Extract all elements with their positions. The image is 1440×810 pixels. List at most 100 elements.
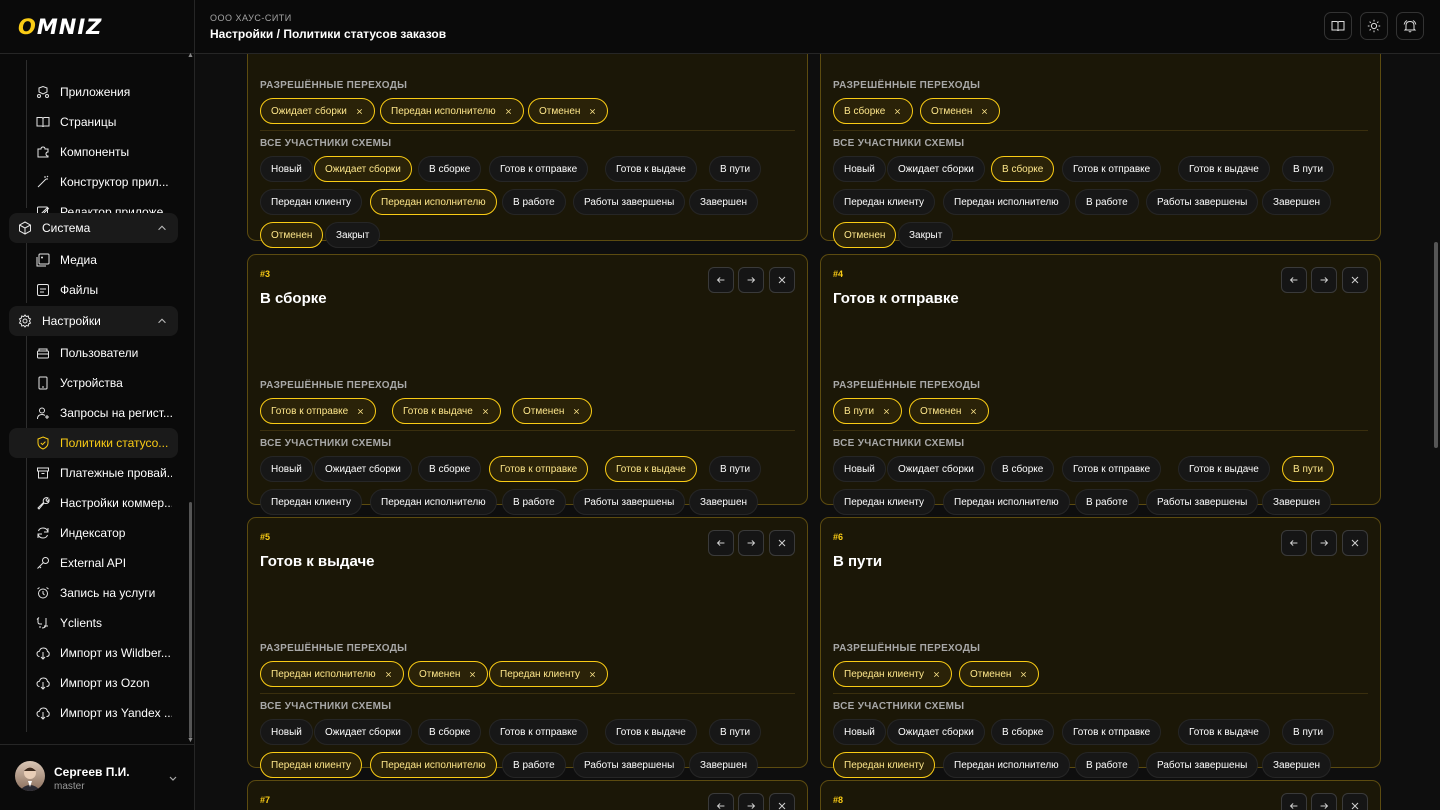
sidebar-item-0[interactable]: Приложения (27, 77, 172, 107)
participant-chip[interactable]: Работы завершены (573, 752, 686, 778)
theme-toggle-button[interactable] (1360, 12, 1388, 40)
participant-chip[interactable]: В пути (709, 719, 762, 745)
sidebar-scrollbar[interactable] (189, 502, 192, 738)
participant-chip[interactable]: Ожидает сборки (314, 156, 412, 182)
close-icon[interactable] (588, 670, 597, 679)
participant-chip[interactable]: В работе (1075, 752, 1139, 778)
sidebar-item-1[interactable]: Страницы (27, 107, 172, 137)
sidebar-item-9[interactable]: Пользователи (27, 338, 172, 368)
participant-chip[interactable]: Завершен (1262, 489, 1332, 515)
participant-chip[interactable]: Новый (260, 456, 313, 482)
scroll-down-arrow[interactable]: ▼ (187, 737, 194, 744)
participant-chip[interactable]: Закрыт (325, 222, 381, 248)
close-icon[interactable] (588, 107, 597, 116)
participant-chip[interactable]: Завершен (1262, 189, 1332, 215)
participant-chip[interactable]: Готов к отправке (489, 156, 589, 182)
close-icon[interactable] (980, 107, 989, 116)
sidebar-item-6[interactable]: Медиа (27, 245, 172, 275)
allowed-transition-chip[interactable]: Отменен (408, 661, 489, 687)
participant-chip[interactable]: Готов к отправке (489, 719, 589, 745)
participant-chip[interactable]: В сборке (991, 456, 1055, 482)
participant-chip[interactable]: Новый (833, 156, 886, 182)
participant-chip[interactable]: Передан исполнителю (943, 752, 1070, 778)
participant-chip[interactable]: В сборке (991, 719, 1055, 745)
participant-chip[interactable]: Готов к выдаче (605, 719, 697, 745)
delete-card-button[interactable] (769, 793, 795, 810)
allowed-transition-chip[interactable]: Ожидает сборки (260, 98, 375, 124)
participant-chip[interactable]: Новый (260, 719, 313, 745)
sidebar-item-16[interactable]: External API (27, 548, 172, 578)
allowed-transition-chip[interactable]: В сборке (833, 98, 914, 124)
participant-chip[interactable]: Ожидает сборки (887, 156, 985, 182)
delete-card-button[interactable] (1342, 267, 1368, 293)
close-icon[interactable] (384, 670, 393, 679)
main-scrollbar[interactable] (1434, 242, 1438, 448)
participant-chip[interactable]: Готов к выдаче (1178, 456, 1270, 482)
allowed-transition-chip[interactable]: Отменен (528, 98, 609, 124)
participant-chip[interactable]: Работы завершены (573, 489, 686, 515)
delete-card-button[interactable] (1342, 793, 1368, 810)
sidebar-item-13[interactable]: Платежные провай... (27, 458, 172, 488)
delete-card-button[interactable] (769, 530, 795, 556)
participant-chip[interactable]: Готов к отправке (1062, 719, 1162, 745)
allowed-transition-chip[interactable]: Передан клиенту (833, 661, 953, 687)
sidebar-item-18[interactable]: Yclients (27, 608, 172, 638)
move-left-button[interactable] (708, 530, 734, 556)
participant-chip[interactable]: Передан клиенту (260, 189, 363, 215)
delete-card-button[interactable] (769, 267, 795, 293)
participant-chip[interactable]: В пути (1282, 156, 1335, 182)
participant-chip[interactable]: Передан клиенту (833, 752, 936, 778)
close-icon[interactable] (572, 407, 581, 416)
participant-chip[interactable]: Передан исполнителю (370, 752, 497, 778)
participant-chip[interactable]: Готов к отправке (1062, 456, 1162, 482)
sidebar-item-17[interactable]: Запись на услуги (27, 578, 172, 608)
close-icon[interactable] (932, 670, 941, 679)
participant-chip[interactable]: В пути (709, 456, 762, 482)
participant-chip[interactable]: Передан клиенту (260, 752, 363, 778)
participant-chip[interactable]: В пути (1282, 719, 1335, 745)
allowed-transition-chip[interactable]: Передан исполнителю (260, 661, 404, 687)
participant-chip[interactable]: В работе (502, 752, 566, 778)
move-left-button[interactable] (1281, 530, 1307, 556)
move-left-button[interactable] (1281, 267, 1307, 293)
move-left-button[interactable] (1281, 793, 1307, 810)
sidebar-item-11[interactable]: Запросы на регист... (27, 398, 172, 428)
move-right-button[interactable] (738, 267, 764, 293)
participant-chip[interactable]: Отменен (260, 222, 324, 248)
close-icon[interactable] (969, 407, 978, 416)
allowed-transition-chip[interactable]: Отменен (512, 398, 593, 424)
participant-chip[interactable]: Передан исполнителю (370, 489, 497, 515)
sidebar-item-2[interactable]: Компоненты (27, 137, 172, 167)
participant-chip[interactable]: В работе (1075, 189, 1139, 215)
participant-chip[interactable]: Готов к выдаче (1178, 719, 1270, 745)
participant-chip[interactable]: Передан клиенту (833, 189, 936, 215)
sidebar-item-10[interactable]: Устройства (27, 368, 172, 398)
participant-chip[interactable]: Работы завершены (1146, 752, 1259, 778)
participant-chip[interactable]: Передан исполнителю (370, 189, 497, 215)
user-menu[interactable]: Сергеев П.И. master (0, 744, 195, 810)
participant-chip[interactable]: В пути (709, 156, 762, 182)
sidebar-item-21[interactable]: Импорт из Yandex ... (27, 698, 172, 728)
scroll-up-arrow[interactable]: ▲ (187, 52, 194, 59)
allowed-transition-chip[interactable]: Отменен (920, 98, 1001, 124)
sidebar-item-20[interactable]: Импорт из Ozon (27, 668, 172, 698)
close-icon[interactable] (504, 107, 513, 116)
move-left-button[interactable] (708, 793, 734, 810)
participant-chip[interactable]: Работы завершены (1146, 489, 1259, 515)
participant-chip[interactable]: Завершен (689, 752, 759, 778)
close-icon[interactable] (468, 670, 477, 679)
participant-chip[interactable]: Работы завершены (573, 189, 686, 215)
participant-chip[interactable]: Ожидает сборки (887, 456, 985, 482)
close-icon[interactable] (882, 407, 891, 416)
participant-chip[interactable]: Ожидает сборки (314, 719, 412, 745)
participant-chip[interactable]: Готов к отправке (489, 456, 589, 482)
participant-chip[interactable]: Передан исполнителю (943, 189, 1070, 215)
move-right-button[interactable] (738, 530, 764, 556)
allowed-transition-chip[interactable]: Готов к отправке (260, 398, 377, 424)
participant-chip[interactable]: Работы завершены (1146, 189, 1259, 215)
move-right-button[interactable] (738, 793, 764, 810)
notifications-button[interactable] (1396, 12, 1424, 40)
participant-chip[interactable]: Завершен (1262, 752, 1332, 778)
logo[interactable]: OMNIZ (18, 15, 102, 39)
participant-chip[interactable]: Новый (833, 719, 886, 745)
